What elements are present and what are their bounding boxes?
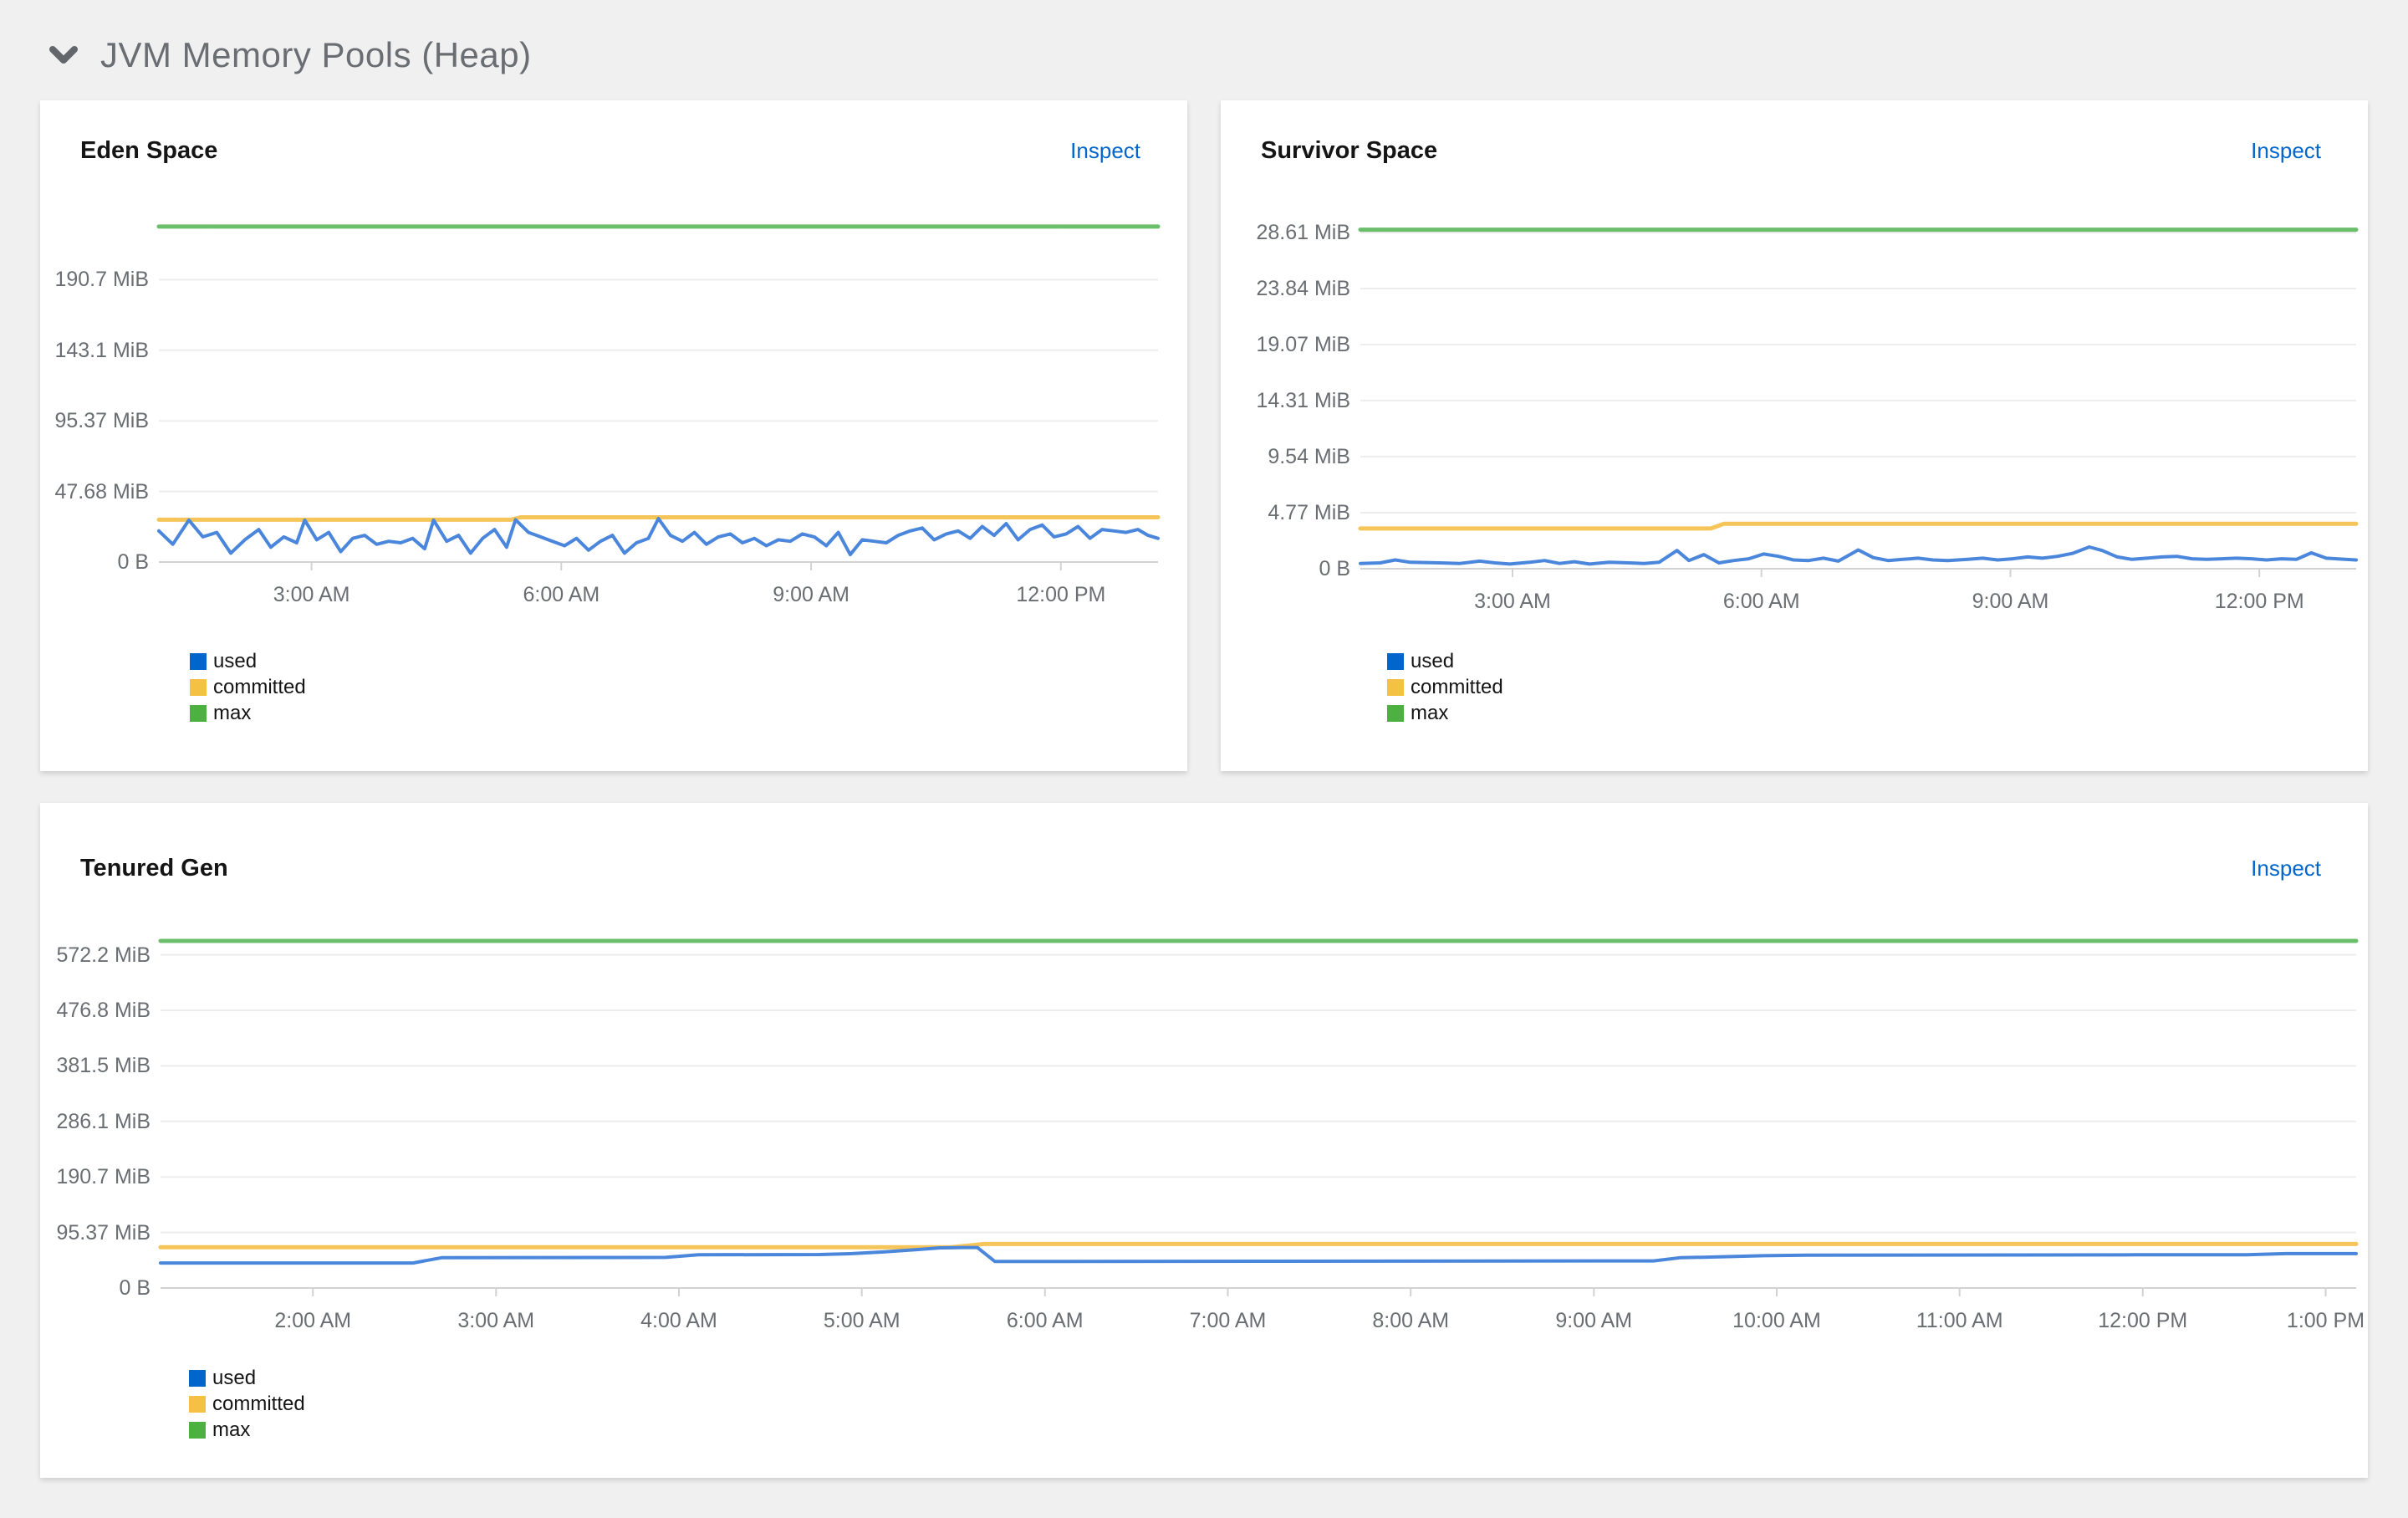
panel-tenured-gen: Tenured Gen Inspect 572.2 MiB 476.8 MiB 38… [40,803,2368,1478]
y-axis-label: 381.5 MiB [56,1054,150,1078]
legend-swatch-icon [190,652,207,670]
chart-eden-space: 190.7 MiB 143.1 MiB 95.37 MiB 47.68 MiB 0 B 3… [40,100,1187,771]
y-axis-label: 190.7 MiB [54,268,149,292]
legend-item-committed: committed [189,1391,305,1417]
x-axis-label: 8:00 AM [1372,1309,1450,1332]
y-axis-label: 23.84 MiB [1256,276,1350,300]
legend-item-max: max [1387,700,1503,726]
y-axis-label: 95.37 MiB [56,1220,150,1245]
y-axis-label: 572.2 MiB [56,943,150,967]
legend-item-max: max [189,1417,305,1443]
legend-item-committed: committed [1387,674,1503,700]
x-axis-label: 6:00 AM [1006,1309,1084,1332]
chart-canvas [158,938,2359,1296]
legend-item-used: used [190,648,306,674]
chart-tenured-gen: 572.2 MiB 476.8 MiB 381.5 MiB 286.1 MiB 190.… [40,803,2368,1478]
x-axis-label: 9:00 AM [1972,590,2049,613]
x-axis-label: 9:00 AM [1555,1309,1633,1332]
series-committed [1358,521,2359,531]
legend-label: max [212,1418,251,1441]
legend-label: used [213,649,258,672]
dashboard-page: JVM Memory Pools (Heap) Eden Space Inspe… [0,0,2408,1518]
series-used [157,517,1160,557]
section-title: JVM Memory Pools (Heap) [100,35,532,74]
panel-survivor-space: Survivor Space Inspect 28.61 MiB 23.84 Mi… [1221,100,2368,771]
y-axis-label: 0 B [119,1276,150,1300]
legend-label: committed [1411,675,1503,698]
y-axis-label: 14.31 MiB [1256,388,1350,412]
series-used [159,1245,2358,1265]
x-axis-label: 3:00 AM [1474,590,1551,613]
x-axis-label: 2:00 AM [274,1309,352,1332]
legend-item-used: used [189,1365,305,1391]
y-axis-label: 0 B [117,550,149,574]
series-committed [158,1241,2359,1250]
y-axis-label: 143.1 MiB [54,338,149,362]
chart-canvas [1358,227,2359,577]
legend-item-committed: committed [190,674,306,700]
x-axis-label: 9:00 AM [773,583,849,606]
x-axis-label: 7:00 AM [1189,1309,1267,1332]
y-axis-label: 95.37 MiB [54,409,149,433]
legend-label: committed [212,1392,305,1415]
legend-swatch-icon [1387,704,1404,722]
y-axis-label: 47.68 MiB [54,479,149,503]
y-axis-label: 9.54 MiB [1268,444,1350,468]
x-axis-label: 3:00 AM [273,583,350,606]
legend-item-max: max [190,700,306,726]
y-axis-label: 190.7 MiB [56,1165,150,1189]
y-axis-label: 28.61 MiB [1256,220,1350,244]
x-axis-label: 6:00 AM [523,583,600,606]
chart-canvas [156,224,1161,570]
legend-item-used: used [1387,648,1503,674]
x-axis-label: 10:00 AM [1732,1309,1821,1332]
section-header: JVM Memory Pools (Heap) [47,35,532,75]
chart-legend: used committed max [189,1365,305,1443]
chart-legend: used committed max [1387,648,1503,726]
legend-swatch-icon [1387,652,1404,670]
legend-swatch-icon [190,704,207,722]
panel-eden-space: Eden Space Inspect 190.7 MiB 143.1 MiB 95.… [40,100,1187,771]
y-axis-label: 0 B [1319,557,1350,580]
legend-swatch-icon [190,678,207,696]
legend-label: max [1411,701,1449,724]
y-axis-label: 4.77 MiB [1268,500,1350,524]
x-axis-label: 6:00 AM [1722,590,1800,613]
x-axis-label: 5:00 AM [823,1309,900,1332]
x-axis-label: 12:00 PM [2214,590,2304,613]
series-used [1359,545,2358,566]
chart-legend: used committed max [190,648,306,726]
legend-label: used [1411,649,1455,672]
chevron-down-icon[interactable] [47,38,80,72]
x-axis-label: 1:00 PM [2286,1309,2365,1332]
legend-swatch-icon [189,1421,206,1439]
x-axis-label: 12:00 PM [1016,583,1106,606]
legend-label: used [212,1366,257,1389]
x-axis-label: 11:00 AM [1916,1309,2003,1332]
x-axis-label: 4:00 AM [640,1309,717,1332]
x-axis-label: 3:00 AM [457,1309,535,1332]
y-axis-label: 286.1 MiB [56,1109,150,1133]
y-axis-label: 19.07 MiB [1256,333,1350,357]
x-axis-label: 12:00 PM [2098,1309,2188,1332]
legend-swatch-icon [1387,678,1404,696]
y-axis-label: 476.8 MiB [56,999,150,1023]
chart-survivor-space: 28.61 MiB 23.84 MiB 19.07 MiB 14.31 MiB 9.54… [1221,100,2368,771]
legend-swatch-icon [189,1369,206,1387]
legend-label: max [213,701,252,724]
legend-swatch-icon [189,1395,206,1413]
legend-label: committed [213,675,306,698]
